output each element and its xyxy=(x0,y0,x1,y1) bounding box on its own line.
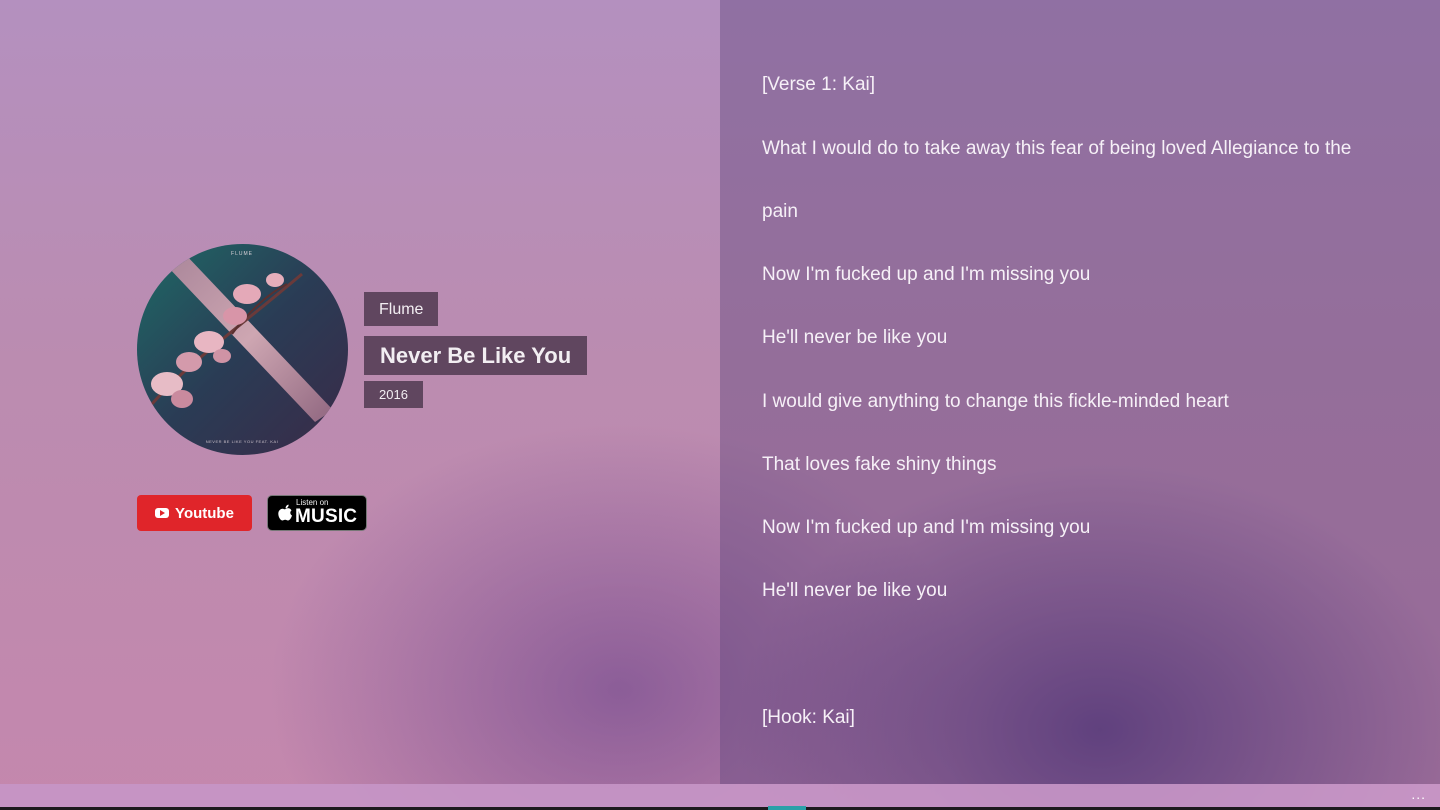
apple-music-button[interactable]: Listen on MUSIC xyxy=(267,495,367,531)
album-art: FLUME NEVER BE LIKE YOU FEAT. KAI xyxy=(137,244,348,455)
song-info-panel: FLUME NEVER BE LIKE YOU FEAT. KAI Flume … xyxy=(0,0,720,784)
artist-name: Flume xyxy=(364,292,439,326)
lyric-line: Now I'm fucked up and I'm missing you xyxy=(762,517,1091,538)
lyric-line: He'll never be like you xyxy=(762,327,948,348)
lyric-line: That loves fake shiny things xyxy=(762,454,997,475)
more-options-button[interactable]: ... xyxy=(1411,784,1426,807)
youtube-play-icon xyxy=(155,508,170,518)
lyric-line: Now I'm fucked up and I'm missing you xyxy=(762,264,1091,285)
apple-logo-icon xyxy=(278,504,292,521)
lyric-line: pain xyxy=(762,201,798,222)
taskbar-indicator xyxy=(768,806,806,810)
app-window: FLUME NEVER BE LIKE YOU FEAT. KAI Flume … xyxy=(0,0,1440,810)
lyric-line: He'll never be like you xyxy=(762,580,948,601)
youtube-button-label: Youtube xyxy=(175,504,234,522)
release-year: 2016 xyxy=(364,381,423,408)
bottom-app-bar xyxy=(0,784,1440,807)
lyric-line: [Verse 1: Kai] xyxy=(762,74,876,95)
lyric-line: [Hook: Kai] xyxy=(762,707,855,728)
lyric-line: What I would do to take away this fear o… xyxy=(762,138,1352,159)
album-art-bottom-text: NEVER BE LIKE YOU FEAT. KAI xyxy=(206,439,278,444)
album-art-top-text: FLUME xyxy=(231,251,253,257)
song-title: Never Be Like You xyxy=(364,336,588,375)
apple-music-label: MUSIC xyxy=(295,506,358,527)
youtube-button[interactable]: Youtube xyxy=(137,495,252,531)
lyric-line: I would give anything to change this fic… xyxy=(762,391,1229,412)
